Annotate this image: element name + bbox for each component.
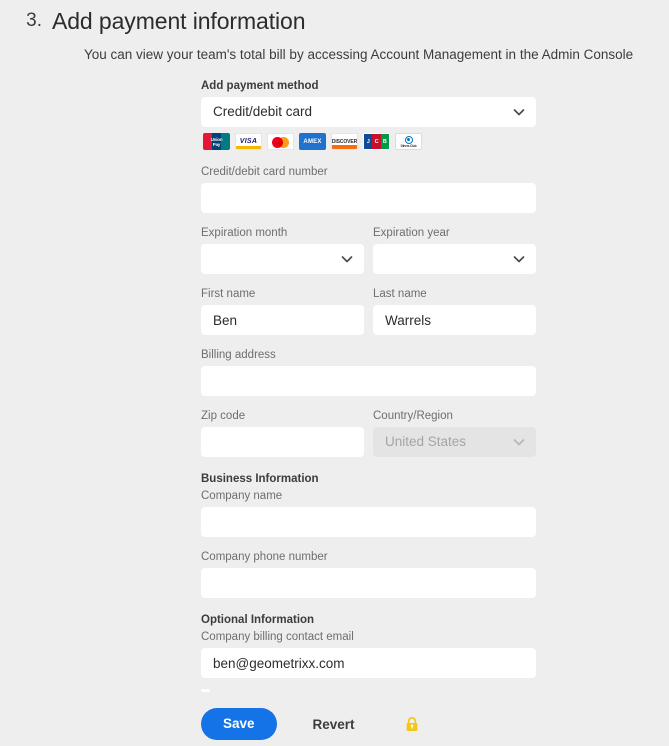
save-button[interactable]: Save (201, 708, 277, 740)
last-name-input[interactable] (373, 305, 536, 335)
last-name-group: Last name (373, 286, 536, 335)
company-phone-input[interactable] (201, 568, 536, 598)
country-region-value: United States (385, 434, 467, 449)
card-number-group: Credit/debit card number (201, 164, 536, 213)
chevron-down-icon (512, 105, 526, 119)
page-title: Add payment information (52, 8, 306, 34)
billing-contact-email-label: Company billing contact email (201, 631, 354, 643)
card-number-label: Credit/debit card number (201, 166, 328, 178)
chevron-down-icon (512, 435, 526, 449)
first-name-label: First name (201, 288, 256, 300)
zip-country-row: Zip code Country/Region United States (201, 408, 536, 457)
payment-method-group: Add payment method Credit/debit card (201, 78, 536, 127)
billing-address-group: Billing address (201, 347, 536, 396)
company-phone-group: Company phone number (201, 549, 536, 598)
expiration-month-group: Expiration month (201, 225, 364, 274)
expiration-month-label: Expiration month (201, 227, 288, 239)
zip-code-group: Zip code (201, 408, 364, 457)
billing-address-label: Billing address (201, 349, 276, 361)
country-region-select: United States (373, 427, 536, 457)
lock-icon (403, 715, 421, 733)
optional-information-heading: Optional Information (201, 614, 315, 626)
last-name-label: Last name (373, 288, 427, 300)
diners-club-icon: Diners Club (395, 133, 422, 150)
payment-form: Add payment method Credit/debit card Uni… (201, 78, 536, 678)
step-number: 3. (26, 10, 42, 31)
expiration-year-group: Expiration year (373, 225, 536, 274)
payment-method-value: Credit/debit card (213, 104, 313, 119)
visa-icon: VISA (235, 133, 262, 150)
billing-address-input[interactable] (201, 366, 536, 396)
company-name-label: Company name (201, 490, 283, 502)
payment-method-label: Add payment method (201, 80, 319, 92)
card-number-input[interactable] (201, 183, 536, 213)
unionpay-icon: Union Pay (203, 133, 230, 150)
first-name-input[interactable] (201, 305, 364, 335)
business-information-heading: Business Information (201, 473, 319, 485)
divider-artifact (201, 689, 210, 692)
country-region-group: Country/Region United States (373, 408, 536, 457)
page-subtitle: You can view your team's total bill by a… (84, 47, 634, 62)
jcb-icon: JCB (363, 133, 390, 150)
accepted-cards-list: Union Pay VISA AMEX DISCOVER JCB Diners C… (203, 133, 536, 150)
chevron-down-icon (340, 252, 354, 266)
billing-contact-email-input[interactable] (201, 648, 536, 678)
optional-information-section: Optional Information Company billing con… (201, 612, 536, 678)
first-name-group: First name (201, 286, 364, 335)
payment-method-select[interactable]: Credit/debit card (201, 97, 536, 127)
company-name-input[interactable] (201, 507, 536, 537)
chevron-down-icon (512, 252, 526, 266)
discover-icon: DISCOVER (331, 133, 358, 150)
zip-code-label: Zip code (201, 410, 246, 422)
mastercard-icon (267, 133, 294, 150)
step-header: 3. Add payment information (0, 0, 669, 38)
form-actions: Save Revert (201, 708, 421, 740)
business-information-section: Business Information Company name (201, 471, 536, 537)
country-region-label: Country/Region (373, 410, 453, 422)
expiration-row: Expiration month Expiration year (201, 225, 536, 274)
expiration-month-select[interactable] (201, 244, 364, 274)
amex-icon: AMEX (299, 133, 326, 150)
name-row: First name Last name (201, 286, 536, 335)
expiration-year-select[interactable] (373, 244, 536, 274)
expiration-year-label: Expiration year (373, 227, 450, 239)
zip-code-input[interactable] (201, 427, 364, 457)
company-phone-label: Company phone number (201, 551, 328, 563)
revert-button[interactable]: Revert (313, 717, 355, 732)
